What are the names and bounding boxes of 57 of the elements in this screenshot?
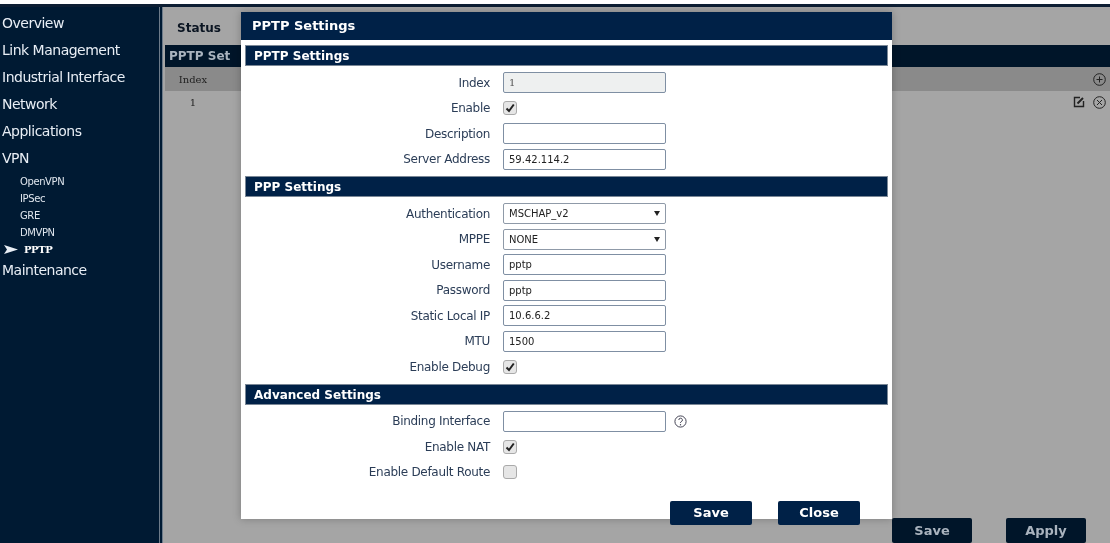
page-button[interactable]: Apply bbox=[1006, 518, 1086, 543]
field-label: Enable Default Route bbox=[367, 464, 491, 482]
dialog-button[interactable]: Close bbox=[778, 501, 860, 525]
delete-icon[interactable] bbox=[1093, 95, 1106, 109]
caret-icon bbox=[654, 236, 660, 242]
sidebar-item[interactable]: VPN bbox=[0, 146, 159, 173]
caret-icon bbox=[654, 211, 660, 217]
field-label: MPPE bbox=[457, 231, 491, 249]
field-label: Enable NAT bbox=[423, 438, 492, 456]
sidebar-item[interactable]: Applications bbox=[0, 119, 159, 146]
dialog-title: PPTP Settings bbox=[241, 12, 892, 40]
dropdown[interactable]: MSCHAP_v2 bbox=[503, 203, 666, 225]
page-button[interactable]: Save bbox=[892, 518, 972, 543]
column-header: Index bbox=[177, 72, 209, 87]
sidebar-subitem[interactable]: PPTP bbox=[0, 241, 159, 258]
section-header: PPP Settings bbox=[245, 176, 888, 197]
field-label: Index bbox=[457, 74, 491, 92]
field-label: Enable bbox=[449, 100, 491, 118]
input-field[interactable]: 59.42.114.2 bbox=[503, 148, 666, 170]
sidebar-subitem[interactable]: OpenVPN bbox=[0, 173, 159, 190]
field-label: Password bbox=[435, 282, 491, 300]
checkbox[interactable] bbox=[503, 439, 517, 454]
dropdown[interactable]: NONE bbox=[503, 228, 666, 250]
sidebar-item[interactable]: Overview bbox=[0, 11, 159, 38]
section-header: Advanced Settings bbox=[245, 383, 888, 405]
dialog-button[interactable]: Save bbox=[670, 501, 752, 525]
input-field[interactable]: pptp bbox=[503, 254, 666, 276]
sidebar-subitem[interactable]: GRE bbox=[0, 207, 159, 224]
field-label: Server Address bbox=[402, 151, 491, 169]
input-field[interactable]: pptp bbox=[503, 279, 666, 301]
field-label: MTU bbox=[463, 333, 491, 351]
checkbox[interactable] bbox=[503, 359, 517, 374]
field-label: Enable Debug bbox=[408, 358, 491, 376]
field-label: Description bbox=[423, 125, 491, 143]
field-label: Username bbox=[430, 256, 491, 274]
input-field[interactable] bbox=[503, 123, 666, 145]
sidebar-item[interactable]: Link Management bbox=[0, 38, 159, 65]
sidebar-item[interactable]: Industrial Interface bbox=[0, 65, 159, 92]
sidebar-item[interactable]: Network bbox=[0, 92, 159, 119]
field-label: Authentication bbox=[405, 205, 491, 223]
arrow-icon bbox=[4, 245, 18, 254]
help-icon[interactable] bbox=[674, 414, 687, 428]
table-cell-text: 1 bbox=[188, 95, 198, 110]
sidebar-item[interactable]: Maintenance bbox=[0, 258, 159, 285]
sidebar-subitem[interactable]: DMVPN bbox=[0, 224, 159, 241]
field-label: Static Local IP bbox=[409, 307, 491, 325]
checkbox[interactable] bbox=[503, 465, 517, 480]
checkbox[interactable] bbox=[503, 101, 517, 116]
add-icon[interactable] bbox=[1093, 72, 1106, 86]
edit-icon[interactable] bbox=[1073, 95, 1085, 108]
section-header: PPTP Settings bbox=[245, 45, 888, 66]
tab[interactable]: Status bbox=[165, 19, 231, 41]
input-field[interactable]: 1500 bbox=[503, 330, 666, 352]
input-field[interactable] bbox=[503, 410, 666, 432]
sidebar-subitem[interactable]: IPSec bbox=[0, 190, 159, 207]
input-field[interactable]: 10.6.6.2 bbox=[503, 305, 666, 327]
field-label: Binding Interface bbox=[391, 413, 491, 431]
